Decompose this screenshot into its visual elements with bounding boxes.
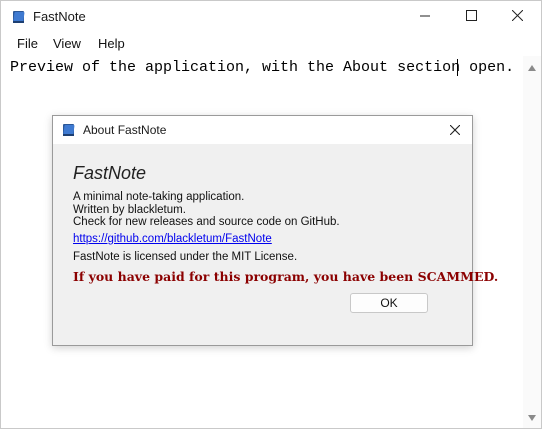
notebook-icon (11, 9, 27, 25)
ok-button[interactable]: OK (350, 293, 428, 313)
app-name-heading: FastNote (73, 163, 147, 183)
close-icon (511, 8, 523, 26)
minimize-button[interactable] (402, 1, 448, 33)
scroll-up-arrow-icon[interactable] (527, 60, 537, 71)
github-info-line: Check for new releases and source code o… (73, 216, 340, 228)
close-icon[interactable] (446, 121, 464, 139)
title-bar[interactable]: FastNote (1, 1, 541, 33)
close-button[interactable] (494, 1, 540, 33)
menu-bar: File View Help (1, 33, 541, 55)
author-line: Written by blackletum. (73, 204, 186, 216)
about-dialog: About FastNote FastNote A minimal note-t… (52, 115, 498, 346)
menu-file[interactable]: File (17, 36, 38, 51)
menu-help[interactable]: Help (98, 36, 125, 51)
text-caret (457, 59, 458, 76)
about-dialog-title: About FastNote (83, 123, 167, 137)
scam-warning: If you have paid for this program, you h… (73, 269, 499, 284)
window-title: FastNote (33, 9, 86, 24)
minimize-icon (420, 8, 430, 26)
about-dialog-title-bar[interactable]: About FastNote (53, 116, 472, 144)
vertical-scrollbar[interactable] (523, 56, 541, 428)
github-link[interactable]: https://github.com/blackletum/FastNote (73, 233, 272, 245)
maximize-icon (465, 8, 477, 26)
maximize-button[interactable] (448, 1, 494, 33)
notebook-icon (61, 122, 77, 138)
menu-view[interactable]: View (53, 36, 81, 51)
description-line: A minimal note-taking application. (73, 191, 245, 203)
license-text: FastNote is licensed under the MIT Licen… (73, 251, 298, 263)
scroll-down-arrow-icon[interactable] (527, 410, 537, 421)
main-window: FastNote File View Help Preview of the a… (0, 0, 542, 429)
editor-content[interactable]: Preview of the application, with the Abo… (10, 59, 514, 76)
